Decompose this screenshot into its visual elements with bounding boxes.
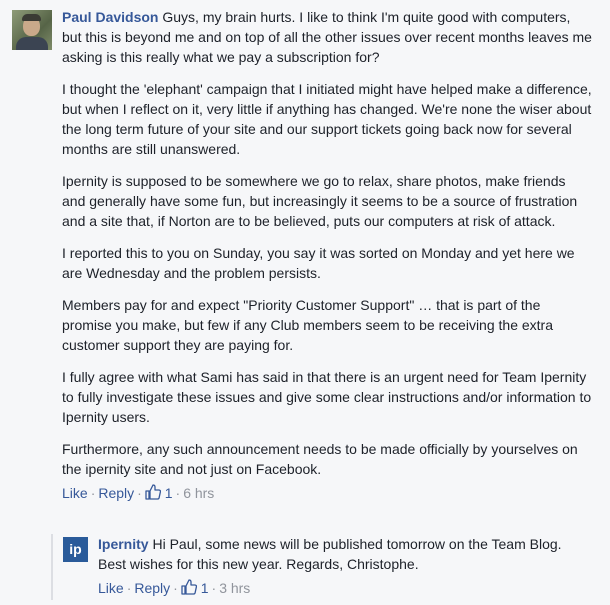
like-link[interactable]: Like [98, 580, 124, 596]
reply-actions: Like · Reply · 1 · 3 hrs [98, 578, 588, 600]
separator-dot: · [126, 580, 132, 596]
reply-link[interactable]: Reply [98, 485, 134, 501]
comment-paragraph-5: Members pay for and expect "Priority Cus… [62, 297, 553, 353]
comment-paragraph-3: Ipernity is supposed to be somewhere we … [62, 173, 578, 229]
comment-content: Paul Davidson Guys, my brain hurts. I li… [62, 7, 592, 505]
reply-comment: ip Ipernity Hi Paul, some news will be p… [51, 534, 603, 600]
comment-paragraph-4: I reported this to you on Sunday, you sa… [62, 245, 575, 281]
separator-dot: · [137, 485, 142, 501]
reply-text: Hi Paul, some news will be published tom… [98, 536, 562, 572]
comment-paragraph-2: I thought the 'elephant' campaign that I… [62, 81, 592, 157]
comment-paragraph-1: Paul Davidson Guys, my brain hurts. I li… [62, 7, 592, 67]
comment-paragraph-7: Furthermore, any such announcement needs… [62, 441, 578, 477]
like-count[interactable]: 1 [181, 579, 209, 596]
avatar-body [16, 37, 48, 50]
separator-dot: · [173, 580, 178, 596]
thumbs-up-icon [181, 579, 197, 600]
timestamp[interactable]: 3 hrs [219, 580, 250, 596]
separator-dot: · [211, 580, 217, 596]
ipernity-logo-avatar[interactable]: ip [63, 537, 88, 562]
comment-actions: Like · Reply · 1 · 6 hrs [62, 483, 592, 505]
reply-content: Ipernity Hi Paul, some news will be publ… [98, 534, 588, 600]
reply-paragraph: Ipernity Hi Paul, some news will be publ… [98, 534, 588, 574]
author-name[interactable]: Paul Davidson [62, 9, 158, 25]
main-comment: Paul Davidson Guys, my brain hurts. I li… [12, 7, 602, 505]
separator-dot: · [90, 485, 96, 501]
comment-paragraph-6: I fully agree with what Sami has said in… [62, 369, 592, 425]
avatar-hair [22, 14, 41, 21]
like-link[interactable]: Like [62, 485, 88, 501]
reply-author-name[interactable]: Ipernity [98, 536, 149, 552]
like-count-number: 1 [200, 580, 209, 596]
avatar[interactable] [12, 10, 52, 50]
reply-link[interactable]: Reply [134, 580, 170, 596]
separator-dot: · [175, 485, 181, 501]
thumbs-up-icon [145, 484, 161, 505]
like-count-number: 1 [164, 485, 173, 501]
timestamp[interactable]: 6 hrs [183, 485, 214, 501]
like-count[interactable]: 1 [145, 484, 173, 501]
